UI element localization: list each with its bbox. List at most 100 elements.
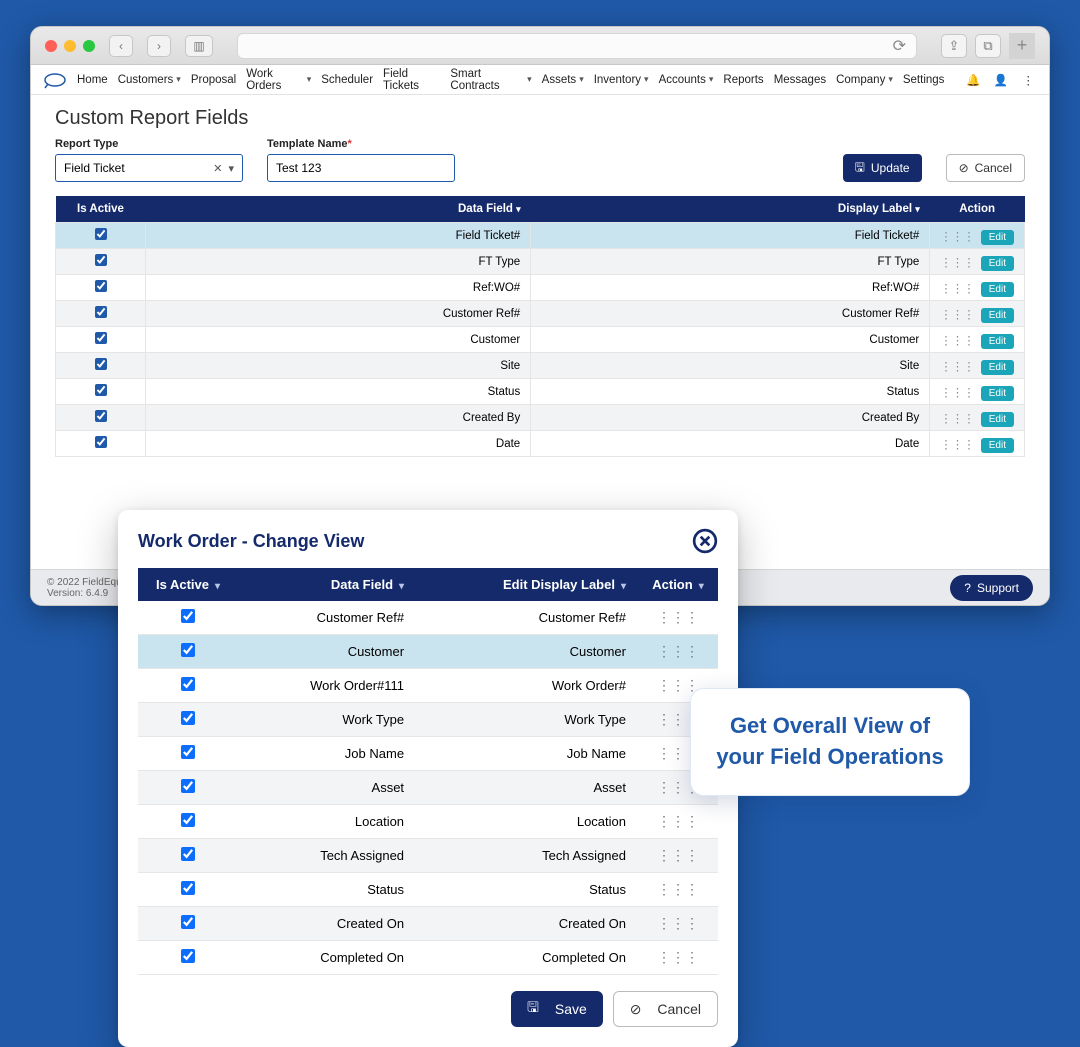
drag-handle-icon[interactable]: ⋮⋮⋮ xyxy=(657,847,699,863)
drag-handle-icon[interactable]: ⋮⋮⋮ xyxy=(940,359,975,373)
back-button[interactable]: ‹ xyxy=(109,35,133,57)
drag-handle-icon[interactable]: ⋮⋮⋮ xyxy=(940,411,975,425)
active-checkbox[interactable] xyxy=(181,915,195,929)
active-checkbox[interactable] xyxy=(95,254,107,266)
modal-save-button[interactable]: 🖫 Save xyxy=(511,991,603,1027)
col-data-field[interactable]: Data Field ▾ xyxy=(146,196,531,223)
notifications-icon[interactable]: 🔔 xyxy=(964,73,982,87)
update-button[interactable]: 🖫 Update xyxy=(843,154,922,182)
filter-icon[interactable]: ▾ xyxy=(516,204,521,214)
filter-icon[interactable]: ▾ xyxy=(399,581,404,592)
table-row[interactable]: CustomerCustomer⋮⋮⋮ xyxy=(138,635,718,669)
active-checkbox[interactable] xyxy=(181,609,195,623)
more-menu-icon[interactable]: ⋮ xyxy=(1019,73,1037,87)
table-row[interactable]: Tech AssignedTech Assigned⋮⋮⋮ xyxy=(138,839,718,873)
table-row[interactable]: Customer Ref#Customer Ref#⋮⋮⋮ xyxy=(138,601,718,635)
table-row[interactable]: Field Ticket#Field Ticket#⋮⋮⋮Edit xyxy=(56,223,1025,249)
nav-proposal[interactable]: Proposal xyxy=(191,68,236,92)
active-checkbox[interactable] xyxy=(95,436,107,448)
nav-reports[interactable]: Reports xyxy=(723,68,763,92)
edit-button[interactable]: Edit xyxy=(981,438,1014,453)
edit-button[interactable]: Edit xyxy=(981,230,1014,245)
drag-handle-icon[interactable]: ⋮⋮⋮ xyxy=(657,881,699,897)
drag-handle-icon[interactable]: ⋮⋮⋮ xyxy=(657,609,699,625)
drag-handle-icon[interactable]: ⋮⋮⋮ xyxy=(940,437,975,451)
template-name-field[interactable]: Test 123 xyxy=(267,154,455,182)
col-display-label[interactable]: Display Label ▾ xyxy=(531,196,930,223)
drag-handle-icon[interactable]: ⋮⋮⋮ xyxy=(657,949,699,965)
drag-handle-icon[interactable]: ⋮⋮⋮ xyxy=(940,281,975,295)
active-checkbox[interactable] xyxy=(181,949,195,963)
active-checkbox[interactable] xyxy=(181,779,195,793)
forward-button[interactable]: › xyxy=(147,35,171,57)
nav-inventory[interactable]: Inventory▾ xyxy=(594,68,649,92)
table-row[interactable]: DateDate⋮⋮⋮Edit xyxy=(56,431,1025,457)
chevron-down-icon[interactable]: ▾ xyxy=(228,162,234,175)
filter-icon[interactable]: ▾ xyxy=(215,581,220,592)
drag-handle-icon[interactable]: ⋮⋮⋮ xyxy=(657,915,699,931)
nav-accounts[interactable]: Accounts▾ xyxy=(659,68,714,92)
active-checkbox[interactable] xyxy=(95,332,107,344)
col-is-active[interactable]: Is Active xyxy=(56,196,146,223)
active-checkbox[interactable] xyxy=(181,745,195,759)
table-row[interactable]: FT TypeFT Type⋮⋮⋮Edit xyxy=(56,249,1025,275)
active-checkbox[interactable] xyxy=(181,677,195,691)
url-bar[interactable]: ⟳ xyxy=(237,33,917,59)
active-checkbox[interactable] xyxy=(95,280,107,292)
nav-work-orders[interactable]: Work Orders▾ xyxy=(246,68,311,92)
nav-home[interactable]: Home xyxy=(77,68,108,92)
sidebar-toggle-icon[interactable]: ▥ xyxy=(185,35,213,57)
maximize-window-icon[interactable] xyxy=(83,40,95,52)
drag-handle-icon[interactable]: ⋮⋮⋮ xyxy=(940,385,975,399)
new-tab-button[interactable]: + xyxy=(1009,33,1035,59)
table-row[interactable]: AssetAsset⋮⋮⋮ xyxy=(138,771,718,805)
edit-button[interactable]: Edit xyxy=(981,412,1014,427)
active-checkbox[interactable] xyxy=(95,358,107,370)
report-type-select[interactable]: Field Ticket ✕ ▾ xyxy=(55,154,243,182)
table-row[interactable]: SiteSite⋮⋮⋮Edit xyxy=(56,353,1025,379)
active-checkbox[interactable] xyxy=(181,881,195,895)
edit-button[interactable]: Edit xyxy=(981,282,1014,297)
col2-is-active[interactable]: Is Active▾ xyxy=(138,568,238,601)
tabs-icon[interactable]: ⧉ xyxy=(975,34,1001,58)
drag-handle-icon[interactable]: ⋮⋮⋮ xyxy=(940,333,975,347)
edit-button[interactable]: Edit xyxy=(981,256,1014,271)
table-row[interactable]: Work TypeWork Type⋮⋮⋮ xyxy=(138,703,718,737)
table-row[interactable]: Created OnCreated On⋮⋮⋮ xyxy=(138,907,718,941)
col2-edit-display-label[interactable]: Edit Display Label▾ xyxy=(416,568,638,601)
filter-icon[interactable]: ▾ xyxy=(699,581,704,592)
edit-button[interactable]: Edit xyxy=(981,386,1014,401)
edit-button[interactable]: Edit xyxy=(981,360,1014,375)
clear-icon[interactable]: ✕ xyxy=(213,162,222,175)
edit-button[interactable]: Edit xyxy=(981,308,1014,323)
user-avatar-icon[interactable]: 👤 xyxy=(992,73,1010,87)
support-button[interactable]: ? Support xyxy=(950,575,1033,601)
edit-button[interactable]: Edit xyxy=(981,334,1014,349)
drag-handle-icon[interactable]: ⋮⋮⋮ xyxy=(940,229,975,243)
col2-action[interactable]: Action▾ xyxy=(638,568,718,601)
active-checkbox[interactable] xyxy=(95,228,107,240)
nav-messages[interactable]: Messages xyxy=(774,68,826,92)
table-row[interactable]: LocationLocation⋮⋮⋮ xyxy=(138,805,718,839)
table-row[interactable]: CustomerCustomer⋮⋮⋮Edit xyxy=(56,327,1025,353)
active-checkbox[interactable] xyxy=(181,813,195,827)
nav-settings[interactable]: Settings xyxy=(903,68,945,92)
filter-icon[interactable]: ▾ xyxy=(621,581,626,592)
minimize-window-icon[interactable] xyxy=(64,40,76,52)
nav-smart-contracts[interactable]: Smart Contracts▾ xyxy=(450,68,531,92)
table-row[interactable]: StatusStatus⋮⋮⋮Edit xyxy=(56,379,1025,405)
active-checkbox[interactable] xyxy=(95,384,107,396)
nav-company[interactable]: Company▾ xyxy=(836,68,893,92)
table-row[interactable]: Completed OnCompleted On⋮⋮⋮ xyxy=(138,941,718,975)
table-row[interactable]: Job NameJob Name⋮⋮⋮ xyxy=(138,737,718,771)
filter-icon[interactable]: ▾ xyxy=(915,204,920,214)
nav-field-tickets[interactable]: Field Tickets xyxy=(383,68,440,92)
drag-handle-icon[interactable]: ⋮⋮⋮ xyxy=(657,643,699,659)
close-window-icon[interactable] xyxy=(45,40,57,52)
drag-handle-icon[interactable]: ⋮⋮⋮ xyxy=(657,813,699,829)
col2-data-field[interactable]: Data Field▾ xyxy=(238,568,416,601)
close-modal-button[interactable] xyxy=(692,528,718,554)
active-checkbox[interactable] xyxy=(95,306,107,318)
nav-customers[interactable]: Customers▾ xyxy=(118,68,181,92)
active-checkbox[interactable] xyxy=(181,643,195,657)
